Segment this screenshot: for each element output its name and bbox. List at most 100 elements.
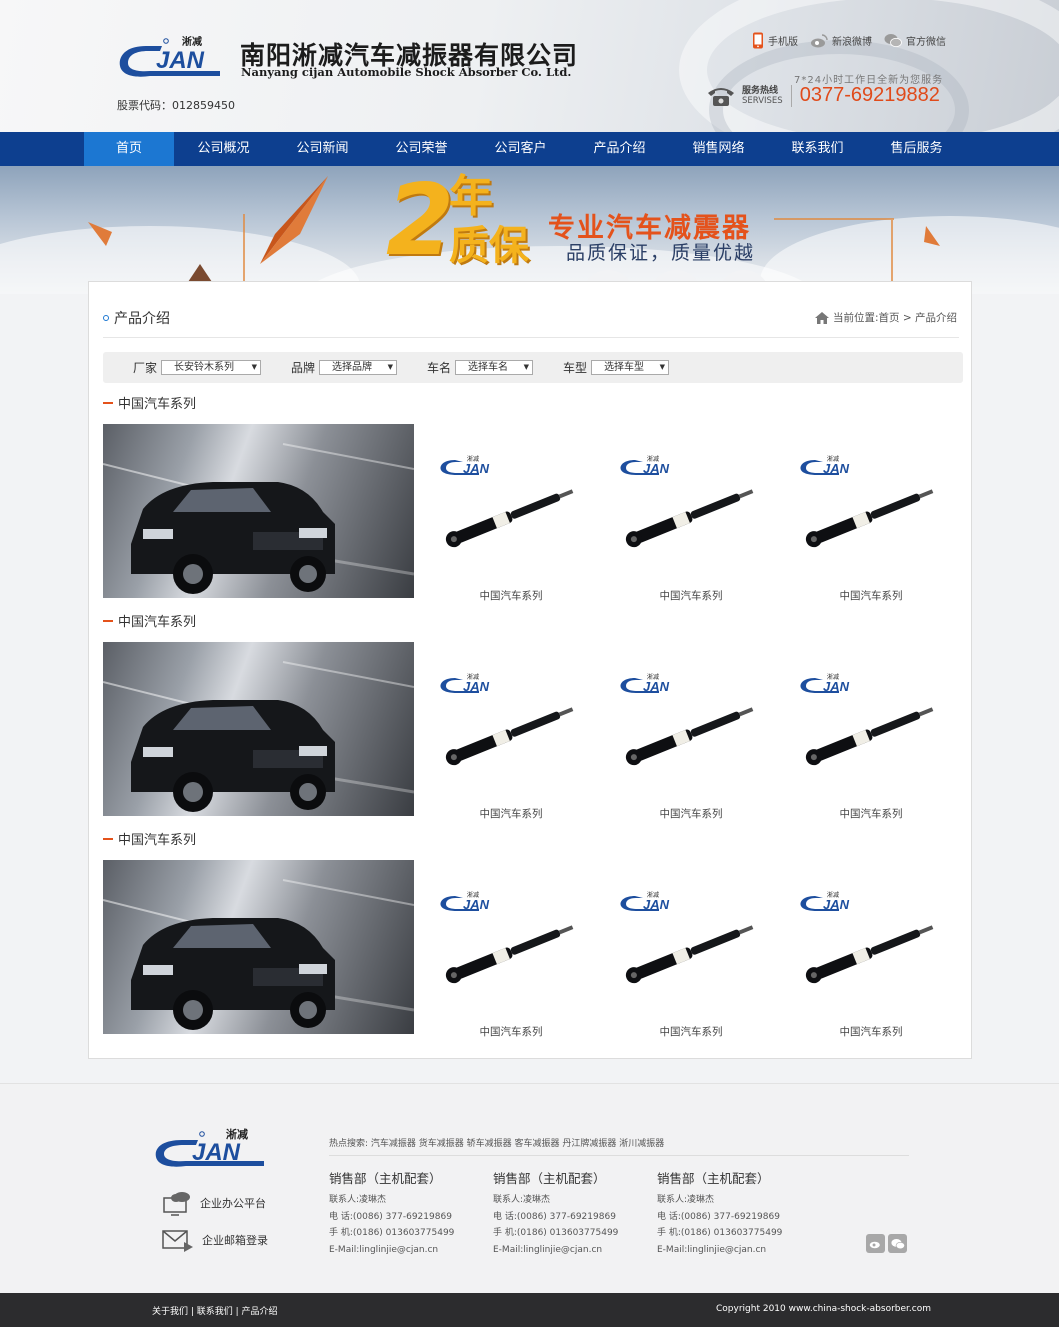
shock-absorber-image: JAN 淅减 [620,891,754,984]
hotline-phone: 0377-69219882 [799,84,940,106]
category-car-image[interactable] [103,860,414,1034]
footer-logo-text: 淅减 [226,1127,248,1141]
product-name[interactable]: 中国汽车系列 [781,1024,961,1039]
svg-text:JAN: JAN [643,897,670,912]
wechat-link[interactable]: 官方微信 [884,32,946,49]
stock-code: 股票代码：012859450 [117,99,235,112]
svg-text:JAN: JAN [823,461,850,476]
suv-image [103,661,414,812]
dept-contact: 销售部（主机配套） 联系人:凌琳杰 电 话:(0086) 377-6921986… [493,1171,619,1255]
svg-text:JAN: JAN [156,47,205,74]
product-card[interactable]: JAN 淅减 中国汽车系列 [781,866,961,1039]
category-car-image[interactable] [103,642,414,816]
wechat-link-label: 官方微信 [906,37,946,48]
hot-search[interactable]: 热点搜索: 汽车减振器 货车减振器 轿车减振器 客车减振器 丹江牌减振器 淅川减… [329,1136,664,1149]
dept-contact: 销售部（主机配套） 联系人:凌琳杰 电 话:(0086) 377-6921986… [657,1171,783,1255]
bottom-links[interactable]: 关于我们 | 联系我们 | 产品介绍 [152,1304,278,1317]
product-name[interactable]: 中国汽车系列 [601,806,781,821]
svg-text:JAN: JAN [643,461,670,476]
shock-absorber-image: JAN 淅减 [620,455,754,548]
product-card[interactable]: JAN 淅减 中国汽车系列 [601,430,781,603]
breadcrumb: 当前位置:首页 > 产品介绍 [814,310,957,325]
hotline-en: SERVISES [742,95,783,106]
product-card[interactable]: JAN 淅减 中国汽车系列 [601,648,781,821]
category-title[interactable]: 中国汽车系列 [103,611,196,630]
decor-shapes-left [180,176,328,294]
svg-text:JAN: JAN [643,679,670,694]
weibo-link[interactable]: 新浪微博 [810,32,872,49]
shock-absorber-image: JAN 淅减 [440,673,574,766]
svg-text:JAN: JAN [192,1139,241,1166]
product-card[interactable]: JAN 淅减 中国汽车系列 [781,648,961,821]
nav-item-sales-network[interactable]: 销售网络 [669,132,768,166]
nav-item-contact[interactable]: 联系我们 [768,132,867,166]
shock-absorber-image: JAN 淅减 [800,455,934,548]
svg-text:淅减: 淅减 [647,673,659,681]
mail-icon [162,1230,193,1252]
hero-banner[interactable]: 2 年 质保 专业汽车减震器 品质保证，质量优越 [0,166,1059,294]
suv-image [103,443,414,594]
decor-shape-small [88,222,112,246]
nav-item-after-sales[interactable]: 售后服务 [867,132,966,166]
shock-absorber-image: JAN 淅减 [620,673,754,766]
office-platform-link[interactable]: 企业办公平台 [162,1190,266,1216]
svg-text:JAN: JAN [463,461,490,476]
banner-number: 2 [386,166,455,278]
shock-absorber-image: JAN 淅减 [440,455,574,548]
weibo-icon[interactable] [866,1234,885,1253]
nav-item-honors[interactable]: 公司荣誉 [372,132,471,166]
nav-item-news[interactable]: 公司新闻 [273,132,372,166]
circle-icon [103,315,109,321]
svg-text:淅减: 淅减 [647,891,659,899]
banner-zhibao: 质保 [449,223,529,269]
header-links: 手机版 新浪微博 官方微信 [752,32,946,49]
product-card[interactable]: JAN 淅减 中国汽车系列 [421,866,601,1039]
car-model-select[interactable]: 选择车型 [591,360,670,375]
wechat-icon [884,34,902,48]
nav-item-home[interactable]: 首页 [84,132,174,166]
nav-item-products[interactable]: 产品介绍 [570,132,669,166]
footer-logo[interactable]: JAN 淅减 [152,1126,268,1176]
section-title: 产品介绍 [103,308,170,328]
svg-text:JAN: JAN [463,897,490,912]
car-name-select[interactable]: 选择车名 [455,360,534,375]
wechat-icon[interactable] [888,1234,907,1253]
product-card[interactable]: JAN 淅减 中国汽车系列 [781,430,961,603]
category-title[interactable]: 中国汽车系列 [103,829,196,848]
product-name[interactable]: 中国汽车系列 [421,1024,601,1039]
product-name[interactable]: 中国汽车系列 [421,588,601,603]
svg-text:JAN: JAN [823,897,850,912]
product-card[interactable]: JAN 淅减 中国汽车系列 [421,648,601,821]
logo-text: 淅减 [182,35,202,48]
filter-car-name: 车名 选择车名 [427,359,534,376]
product-name[interactable]: 中国汽车系列 [781,588,961,603]
bottom-bar: 关于我们 | 联系我们 | 产品介绍 Copyright 2010 www.ch… [0,1293,1059,1327]
copyright: Copyright 2010 www.china-shock-absorber.… [716,1304,931,1314]
product-card[interactable]: JAN 淅减 中国汽车系列 [421,430,601,603]
product-card[interactable]: JAN 淅减 中国汽车系列 [601,866,781,1039]
cloud-computer-icon [163,1192,190,1216]
product-name[interactable]: 中国汽车系列 [601,1024,781,1039]
manufacturer-select[interactable]: 长安铃木系列 [161,360,262,375]
brand-select[interactable]: 选择品牌 [319,360,398,375]
category-car-image[interactable] [103,424,414,598]
svg-text:淅减: 淅减 [827,455,839,463]
nav-item-about[interactable]: 公司概况 [174,132,273,166]
company-name-en: Nanyang cijan Automobile Shock Absorber … [241,65,572,79]
svg-text:淅减: 淅减 [827,673,839,681]
svg-text:JAN: JAN [823,679,850,694]
product-name[interactable]: 中国汽车系列 [601,588,781,603]
banner-subtitle: 品质保证，质量优越 [566,242,756,264]
nav-item-clients[interactable]: 公司客户 [471,132,570,166]
mobile-link[interactable]: 手机版 [752,32,798,49]
filter-bar: 厂家 长安铃木系列 品牌 选择品牌 车名 选择车名 车型 选择车型 [103,352,963,383]
product-name[interactable]: 中国汽车系列 [781,806,961,821]
product-name[interactable]: 中国汽车系列 [421,806,601,821]
hotline: 服务热线 SERVISES 0377-69219882 [706,84,940,107]
mail-login-link[interactable]: 企业邮箱登录 [162,1228,268,1252]
company-logo[interactable]: JAN 淅减 [116,34,236,84]
banner-nian: 年 [449,171,493,222]
category-title[interactable]: 中国汽车系列 [103,393,196,412]
weibo-link-label: 新浪微博 [832,37,872,48]
svg-text:淅减: 淅减 [827,891,839,899]
